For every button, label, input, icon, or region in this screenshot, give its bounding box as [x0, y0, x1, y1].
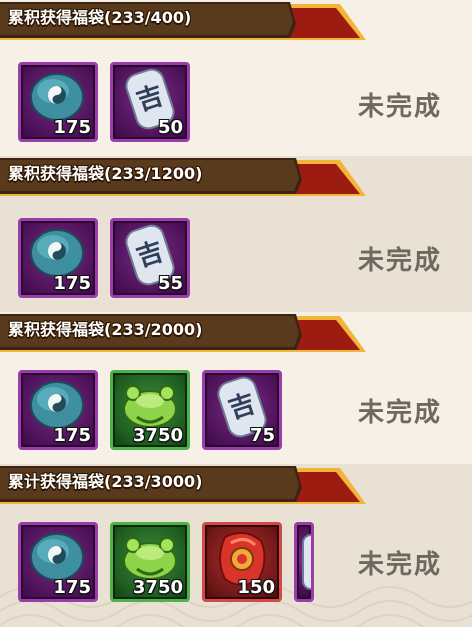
reward-count: 175	[53, 577, 91, 598]
reward-taiji-stone[interactable]: 175	[18, 62, 98, 142]
reward-count: 175	[53, 117, 91, 138]
task-banner: 累积获得福袋(233/400)	[0, 0, 472, 40]
reward-ji-talisman[interactable]: 吉 55	[110, 218, 190, 298]
reward-count: 75	[249, 425, 275, 446]
reward-taiji-stone[interactable]: 175	[18, 218, 98, 298]
task-banner: 累计获得福袋(233/3000)	[0, 464, 472, 504]
task-row-4: 累计获得福袋(233/3000) 175 3750 150 未完成	[0, 464, 472, 627]
task-row-1: 累积获得福袋(233/400) 175 吉 50 未完成	[0, 0, 472, 156]
ji-talisman-icon	[302, 534, 311, 590]
reward-taiji-stone[interactable]: 175	[18, 370, 98, 450]
status-label: 未完成	[357, 246, 442, 276]
task-title: 累积获得福袋(233/2000)	[8, 320, 203, 339]
reward-green-beast[interactable]: 3750	[110, 522, 190, 602]
reward-count: 50	[157, 117, 183, 138]
task-title: 累积获得福袋(233/400)	[8, 8, 192, 27]
reward-count: 55	[157, 273, 183, 294]
task-title: 累计获得福袋(233/3000)	[8, 472, 203, 491]
reward-red-gem[interactable]: 150	[202, 522, 282, 602]
status-label: 未完成	[357, 550, 442, 580]
task-row-2: 累积获得福袋(233/1200) 175 吉 55 未完成	[0, 156, 472, 312]
reward-count: 150	[237, 577, 275, 598]
status-label: 未完成	[357, 92, 442, 122]
reward-count: 3750	[132, 577, 183, 598]
reward-partial-item[interactable]	[294, 522, 314, 602]
task-banner: 累积获得福袋(233/2000)	[0, 312, 472, 352]
reward-ji-talisman[interactable]: 吉 75	[202, 370, 282, 450]
reward-count: 175	[53, 273, 91, 294]
task-title: 累积获得福袋(233/1200)	[8, 164, 203, 183]
reward-count: 175	[53, 425, 91, 446]
reward-green-beast[interactable]: 3750	[110, 370, 190, 450]
reward-taiji-stone[interactable]: 175	[18, 522, 98, 602]
task-row-3: 累积获得福袋(233/2000) 175 3750 吉 75 未完成	[0, 312, 472, 464]
task-banner: 累积获得福袋(233/1200)	[0, 156, 472, 196]
status-label: 未完成	[357, 398, 442, 428]
reward-count: 3750	[132, 425, 183, 446]
reward-ji-talisman[interactable]: 吉 50	[110, 62, 190, 142]
